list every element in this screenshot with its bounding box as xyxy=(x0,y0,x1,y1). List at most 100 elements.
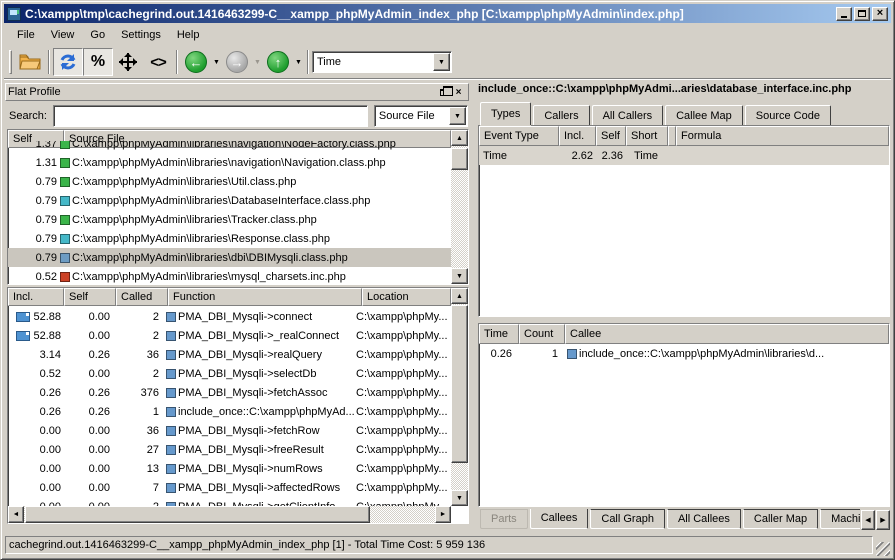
cost-bar-icon xyxy=(16,331,30,341)
function-row[interactable]: 0.000.0027PMA_DBI_Mysqli->freeResultC:\x… xyxy=(8,440,451,459)
relative-cost-button[interactable]: <> xyxy=(143,48,173,76)
column-header-callee[interactable]: Callee xyxy=(565,324,889,344)
scroll-thumb[interactable] xyxy=(25,506,370,523)
function-row[interactable]: 52.880.002PMA_DBI_Mysqli->connectC:\xamp… xyxy=(8,307,451,326)
callee-row[interactable]: 0.26 1 include_once::C:\xampp\phpMyAdmin… xyxy=(479,344,889,363)
open-file-button[interactable] xyxy=(15,48,45,76)
column-header-incl[interactable]: Incl. xyxy=(8,288,64,306)
dock-float-button[interactable] xyxy=(436,85,451,99)
search-input[interactable] xyxy=(53,105,368,127)
column-header-formula[interactable]: Formula xyxy=(676,126,889,146)
percentage-button[interactable]: % xyxy=(83,48,113,76)
function-vscrollbar[interactable]: ▲ ▼ xyxy=(451,288,468,506)
function-row[interactable]: 52.880.002PMA_DBI_Mysqli->_realConnectC:… xyxy=(8,326,451,345)
close-icon: × xyxy=(877,8,883,19)
function-cell: PMA_DBI_Mysqli->realQuery xyxy=(162,349,356,361)
up-button[interactable]: ↑ xyxy=(263,48,293,76)
column-header-spacer[interactable] xyxy=(668,126,676,146)
flat-profile-row[interactable]: 0.79C:\xampp\phpMyAdmin\libraries\Respon… xyxy=(8,229,451,248)
function-row[interactable]: 0.000.002PMA_DBI_Mysqli->getClientInfoC:… xyxy=(8,497,451,506)
flat-profile-row[interactable]: 1.37C:\xampp\phpMyAdmin\libraries\naviga… xyxy=(8,141,451,153)
menu-item-settings[interactable]: Settings xyxy=(113,26,169,44)
up-dropdown[interactable]: ▼ xyxy=(293,48,304,76)
tab-scroll-right-icon[interactable]: ▶ xyxy=(876,510,890,530)
function-hscrollbar[interactable]: ◄ ► xyxy=(8,506,451,523)
column-header-event-type[interactable]: Event Type xyxy=(479,126,559,146)
flat-profile-row[interactable]: 0.79C:\xampp\phpMyAdmin\libraries\Util.c… xyxy=(8,172,451,191)
scroll-thumb[interactable] xyxy=(451,148,468,170)
function-row[interactable]: 0.260.261include_once::C:\xampp\phpMyAd.… xyxy=(8,402,451,421)
tab-all-callees[interactable]: All Callees xyxy=(667,509,741,529)
tab-all-callers[interactable]: All Callers xyxy=(592,105,664,125)
column-header-called[interactable]: Called xyxy=(116,288,168,306)
menu-item-go[interactable]: Go xyxy=(82,26,113,44)
scroll-up-icon[interactable]: ▲ xyxy=(451,130,468,146)
menu-item-view[interactable]: View xyxy=(43,26,83,44)
back-button[interactable]: ← xyxy=(181,48,211,76)
expand-areas-button[interactable] xyxy=(113,48,143,76)
column-header-incl[interactable]: Incl. xyxy=(559,126,596,146)
flat-profile-dock-title[interactable]: Flat Profile × xyxy=(5,83,469,101)
callee-name: include_once::C:\xampp\phpMyAdmin\librar… xyxy=(579,348,889,360)
group-by-combobox[interactable]: Source File ▼ xyxy=(374,105,468,127)
event-type-combobox[interactable]: Time ▼ xyxy=(312,51,452,73)
cost-bar-icon xyxy=(16,312,30,322)
forward-button[interactable]: → xyxy=(222,48,252,76)
column-header-location[interactable]: Location xyxy=(362,288,451,306)
event-type-row[interactable]: Time 2.62 2.36 Time xyxy=(479,146,889,165)
column-header-function[interactable]: Function xyxy=(168,288,362,306)
tab-callee-map[interactable]: Callee Map xyxy=(665,105,743,125)
tab-scroll-left-icon[interactable]: ◀ xyxy=(861,510,875,530)
column-header-short[interactable]: Short xyxy=(626,126,668,146)
function-row[interactable]: 0.000.0013PMA_DBI_Mysqli->numRowsC:\xamp… xyxy=(8,459,451,478)
function-row[interactable]: 0.000.007PMA_DBI_Mysqli->affectedRowsC:\… xyxy=(8,478,451,497)
menu-item-file[interactable]: File xyxy=(9,26,43,44)
flat-profile-row[interactable]: 0.79C:\xampp\phpMyAdmin\libraries\dbi\DB… xyxy=(8,248,451,267)
dock-close-button[interactable]: × xyxy=(451,85,466,99)
scroll-thumb[interactable] xyxy=(451,305,468,463)
tab-callers[interactable]: Callers xyxy=(533,105,589,125)
column-header-count[interactable]: Count xyxy=(519,324,565,344)
menu-item-help[interactable]: Help xyxy=(169,26,208,44)
scroll-down-icon[interactable]: ▼ xyxy=(451,490,468,506)
flat-profile-row[interactable]: 0.52C:\xampp\phpMyAdmin\libraries\mysql_… xyxy=(8,267,451,284)
tab-machine[interactable]: Machine xyxy=(820,509,860,529)
function-row[interactable]: 3.140.2636PMA_DBI_Mysqli->realQueryC:\xa… xyxy=(8,345,451,364)
scroll-up-icon[interactable]: ▲ xyxy=(451,288,468,304)
scroll-down-icon[interactable]: ▼ xyxy=(451,268,468,284)
resize-grip[interactable] xyxy=(876,542,890,556)
tab-types[interactable]: Types xyxy=(480,102,531,125)
tab-caller-map[interactable]: Caller Map xyxy=(743,509,818,529)
column-header-self[interactable]: Self xyxy=(596,126,626,146)
forward-dropdown[interactable]: ▼ xyxy=(252,48,263,76)
flat-profile-vscrollbar[interactable]: ▲ ▼ xyxy=(451,130,468,284)
tab-call-graph[interactable]: Call Graph xyxy=(590,509,665,529)
tab-source-code[interactable]: Source Code xyxy=(745,105,831,125)
cycle-detection-button[interactable] xyxy=(53,48,83,76)
column-header-self[interactable]: Self xyxy=(64,288,116,306)
scroll-left-icon[interactable]: ◄ xyxy=(8,506,24,523)
flat-profile-row[interactable]: 1.31C:\xampp\phpMyAdmin\libraries\naviga… xyxy=(8,153,451,172)
column-header-time[interactable]: Time xyxy=(479,324,519,344)
tab-callees[interactable]: Callees xyxy=(530,509,589,529)
location-value: C:\xampp\phpMy... xyxy=(356,463,451,475)
close-button[interactable]: × xyxy=(872,7,888,21)
flat-profile-row[interactable]: 0.79C:\xampp\phpMyAdmin\libraries\Tracke… xyxy=(8,210,451,229)
title-bar[interactable]: C:\xampp\tmp\cachegrind.out.1416463299-C… xyxy=(4,4,891,23)
function-row[interactable]: 0.520.002PMA_DBI_Mysqli->selectDbC:\xamp… xyxy=(8,364,451,383)
panel-splitter[interactable] xyxy=(471,81,476,531)
app-icon xyxy=(7,7,21,21)
source-file-path: C:\xampp\phpMyAdmin\libraries\dbi\DBIMys… xyxy=(72,252,451,264)
event-self-value: 2.36 xyxy=(596,150,626,162)
function-row[interactable]: 0.260.26376PMA_DBI_Mysqli->fetchAssocC:\… xyxy=(8,383,451,402)
function-row[interactable]: 0.000.0036PMA_DBI_Mysqli->fetchRowC:\xam… xyxy=(8,421,451,440)
function-name: PMA_DBI_Mysqli->numRows xyxy=(178,463,356,475)
scroll-right-icon[interactable]: ► xyxy=(435,506,451,523)
back-dropdown[interactable]: ▼ xyxy=(211,48,222,76)
minimize-button[interactable] xyxy=(836,7,852,21)
event-short-value: Time xyxy=(626,150,668,162)
flat-profile-row[interactable]: 0.79C:\xampp\phpMyAdmin\libraries\Databa… xyxy=(8,191,451,210)
toolbar-handle[interactable] xyxy=(9,50,12,74)
maximize-button[interactable] xyxy=(854,7,870,21)
callee-tab-bar: PartsCalleesCall GraphAll CalleesCaller … xyxy=(480,509,860,531)
